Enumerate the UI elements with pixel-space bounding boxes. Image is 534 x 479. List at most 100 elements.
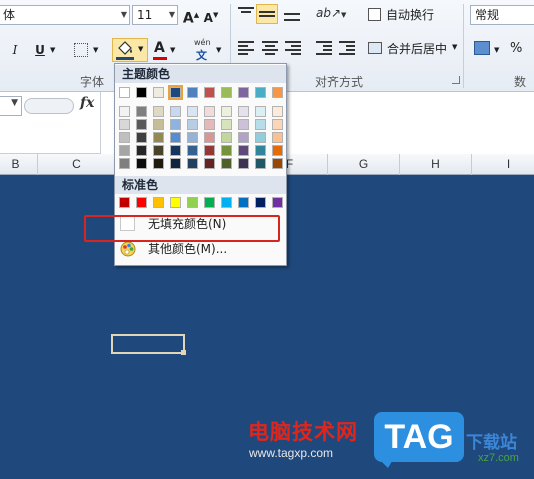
underline-button[interactable]: U: [30, 40, 50, 60]
theme-shade-swatch[interactable]: [153, 145, 164, 156]
theme-shade-swatch[interactable]: [272, 106, 283, 117]
theme-shade-swatch[interactable]: [119, 158, 130, 169]
align-top-icon[interactable]: [238, 7, 254, 17]
standard-color-swatch[interactable]: [238, 197, 249, 208]
standard-color-swatch[interactable]: [119, 197, 130, 208]
theme-color-swatch[interactable]: [136, 87, 147, 98]
fill-color-button[interactable]: ▼: [112, 38, 148, 62]
theme-shade-swatch[interactable]: [187, 119, 198, 130]
chevron-down-icon[interactable]: ▼: [50, 46, 55, 54]
theme-shade-swatch[interactable]: [255, 158, 266, 169]
align-bottom-icon[interactable]: [284, 7, 300, 21]
chevron-down-icon[interactable]: ▼: [494, 46, 499, 54]
theme-color-swatch[interactable]: [119, 87, 130, 98]
theme-shade-swatch[interactable]: [136, 158, 147, 169]
theme-color-swatch[interactable]: [272, 87, 283, 98]
standard-color-swatch[interactable]: [255, 197, 266, 208]
standard-color-swatch[interactable]: [136, 197, 147, 208]
theme-shade-swatch[interactable]: [272, 132, 283, 143]
currency-format-icon[interactable]: [474, 41, 490, 55]
selected-cell[interactable]: [111, 334, 185, 354]
theme-shade-swatch[interactable]: [221, 132, 232, 143]
decrease-indent-icon[interactable]: [316, 41, 332, 55]
column-header-h[interactable]: H: [400, 154, 472, 175]
number-format-combo[interactable]: 常规: [470, 5, 534, 25]
standard-color-swatch[interactable]: [272, 197, 283, 208]
theme-shade-swatch[interactable]: [255, 119, 266, 130]
fill-handle[interactable]: [181, 350, 186, 355]
theme-shade-swatch[interactable]: [153, 106, 164, 117]
standard-color-swatch[interactable]: [153, 197, 164, 208]
column-header-i[interactable]: I: [472, 154, 534, 175]
theme-shade-swatch[interactable]: [238, 119, 249, 130]
theme-color-swatch[interactable]: [255, 87, 266, 98]
theme-shade-swatch[interactable]: [136, 145, 147, 156]
border-icon[interactable]: [74, 43, 88, 57]
theme-color-swatch[interactable]: [204, 87, 215, 98]
theme-shade-swatch[interactable]: [170, 145, 181, 156]
theme-shade-swatch[interactable]: [204, 158, 215, 169]
theme-shade-swatch[interactable]: [187, 106, 198, 117]
align-middle-button[interactable]: [256, 4, 278, 24]
theme-color-swatch[interactable]: [153, 87, 164, 98]
theme-color-swatch[interactable]: [221, 87, 232, 98]
theme-shade-swatch[interactable]: [238, 132, 249, 143]
column-header-c[interactable]: C: [38, 154, 116, 175]
align-left-icon[interactable]: [238, 41, 254, 55]
theme-shade-swatch[interactable]: [255, 106, 266, 117]
theme-shade-swatch[interactable]: [153, 119, 164, 130]
theme-shade-swatch[interactable]: [119, 119, 130, 130]
column-header-b[interactable]: B: [0, 154, 38, 175]
theme-shade-swatch[interactable]: [187, 132, 198, 143]
theme-shade-swatch[interactable]: [153, 132, 164, 143]
theme-shade-swatch[interactable]: [136, 119, 147, 130]
formula-bar-splitter[interactable]: [24, 98, 74, 114]
theme-shade-swatch[interactable]: [136, 106, 147, 117]
theme-shade-swatch[interactable]: [170, 119, 181, 130]
theme-shade-swatch[interactable]: [255, 145, 266, 156]
font-color-button[interactable]: A ▼: [152, 40, 176, 62]
theme-shade-swatch[interactable]: [221, 106, 232, 117]
font-size-combo[interactable]: 11 ▼: [132, 5, 178, 25]
theme-shade-swatch[interactable]: [119, 145, 130, 156]
theme-color-swatch[interactable]: [187, 87, 198, 98]
increase-indent-icon[interactable]: [339, 41, 355, 55]
theme-shade-swatch[interactable]: [136, 132, 147, 143]
theme-shade-swatch[interactable]: [153, 158, 164, 169]
alignment-dialog-launcher-icon[interactable]: [452, 76, 460, 84]
theme-shade-swatch[interactable]: [204, 106, 215, 117]
column-header-g[interactable]: G: [328, 154, 400, 175]
theme-shade-swatch[interactable]: [221, 119, 232, 130]
align-center-icon[interactable]: [262, 41, 278, 55]
theme-shade-swatch[interactable]: [272, 158, 283, 169]
theme-shade-swatch[interactable]: [221, 158, 232, 169]
theme-shade-swatch[interactable]: [119, 132, 130, 143]
orientation-icon[interactable]: ab↗▼: [316, 6, 346, 22]
percent-button[interactable]: %: [510, 41, 522, 56]
font-name-combo[interactable]: 体 ▼: [0, 5, 130, 25]
theme-shade-swatch[interactable]: [187, 145, 198, 156]
theme-shade-swatch[interactable]: [119, 106, 130, 117]
standard-color-swatch[interactable]: [204, 197, 215, 208]
italic-button[interactable]: I: [8, 40, 22, 60]
theme-shade-swatch[interactable]: [238, 158, 249, 169]
grow-font-button[interactable]: A▲: [182, 5, 200, 27]
theme-shade-swatch[interactable]: [238, 145, 249, 156]
theme-shade-swatch[interactable]: [204, 145, 215, 156]
wrap-text-button[interactable]: 自动换行: [368, 6, 448, 24]
theme-shade-swatch[interactable]: [221, 145, 232, 156]
theme-shade-swatch[interactable]: [255, 132, 266, 143]
standard-color-swatch[interactable]: [170, 197, 181, 208]
shrink-font-button[interactable]: A▼: [202, 5, 220, 25]
insert-function-button[interactable]: fx: [80, 95, 94, 111]
theme-shade-swatch[interactable]: [170, 132, 181, 143]
theme-shade-swatch[interactable]: [238, 106, 249, 117]
standard-color-swatch[interactable]: [187, 197, 198, 208]
name-box[interactable]: ▼: [0, 96, 22, 116]
align-right-icon[interactable]: [285, 41, 301, 55]
theme-shade-swatch[interactable]: [204, 132, 215, 143]
phonetic-button[interactable]: wén 文 ▼: [192, 38, 226, 62]
theme-shade-swatch[interactable]: [272, 119, 283, 130]
theme-color-swatch[interactable]: [238, 87, 249, 98]
merge-center-button[interactable]: 合并后居中 ▼: [368, 40, 464, 58]
